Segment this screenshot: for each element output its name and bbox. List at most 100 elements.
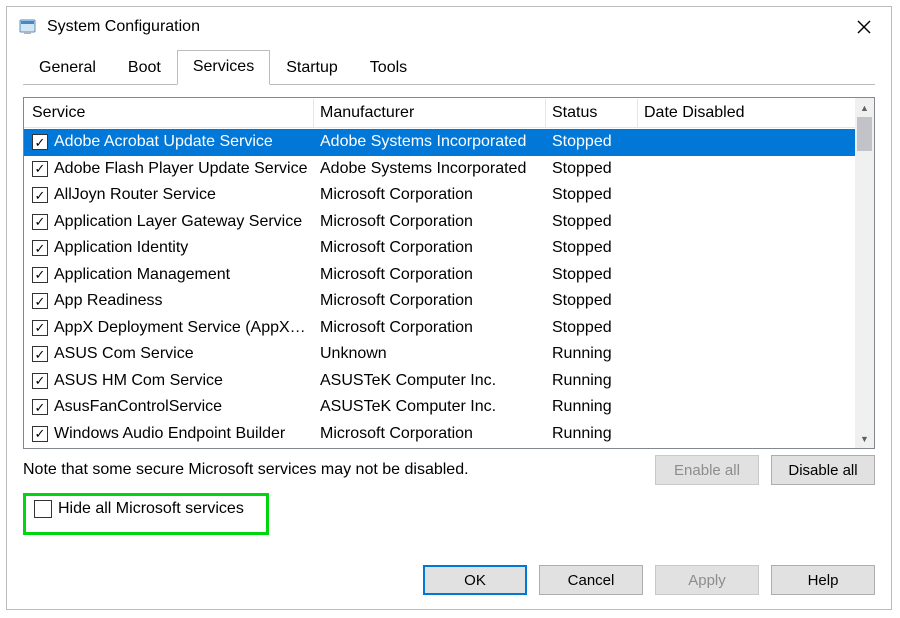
service-name: AsusFanControlService	[54, 398, 222, 416]
help-button[interactable]: Help	[771, 565, 875, 595]
window-title: System Configuration	[47, 18, 841, 36]
service-name: Application Identity	[54, 239, 188, 257]
service-status: Stopped	[546, 131, 638, 153]
service-name: AppX Deployment Service (AppX…	[54, 319, 306, 337]
hide-services-checkbox[interactable]	[34, 500, 52, 518]
service-name: Adobe Flash Player Update Service	[54, 160, 307, 178]
service-status: Stopped	[546, 290, 638, 312]
table-row[interactable]: ✓ AsusFanControlService ASUSTeK Computer I…	[24, 394, 855, 421]
service-manufacturer: Microsoft Corporation	[314, 184, 546, 206]
service-name: ASUS HM Com Service	[54, 372, 223, 390]
table-row[interactable]: ✓ Windows Audio Endpoint Builder Microsoft…	[24, 421, 855, 448]
service-date-disabled	[638, 405, 855, 409]
hide-services-label: Hide all Microsoft services	[58, 500, 244, 518]
table-row[interactable]: ✓ AllJoyn Router Service Microsoft Corpora…	[24, 182, 855, 209]
hide-services-row: Hide all Microsoft services	[23, 493, 875, 535]
service-name: App Readiness	[54, 292, 163, 310]
ok-button[interactable]: OK	[423, 565, 527, 595]
service-status: Running	[546, 370, 638, 392]
list-header-row: Service Manufacturer Status Date Disable…	[24, 98, 855, 129]
service-status: Running	[546, 396, 638, 418]
table-row[interactable]: ✓ Application Identity Microsoft Corporati…	[24, 235, 855, 262]
service-status: Running	[546, 423, 638, 445]
cancel-button[interactable]: Cancel	[539, 565, 643, 595]
service-checkbox[interactable]: ✓	[32, 426, 48, 442]
services-list: Service Manufacturer Status Date Disable…	[23, 97, 875, 449]
tabs-area: General Boot Services Startup Tools	[7, 47, 891, 85]
service-status: Running	[546, 343, 638, 365]
tabs: General Boot Services Startup Tools	[23, 51, 875, 85]
table-row[interactable]: ✓ App Readiness Microsoft CorporationStopp…	[24, 288, 855, 315]
service-checkbox[interactable]: ✓	[32, 267, 48, 283]
service-date-disabled	[638, 352, 855, 356]
service-checkbox[interactable]: ✓	[32, 161, 48, 177]
service-name: AllJoyn Router Service	[54, 186, 216, 204]
tab-startup[interactable]: Startup	[270, 52, 354, 85]
service-status: Stopped	[546, 237, 638, 259]
service-date-disabled	[638, 246, 855, 250]
tab-general[interactable]: General	[23, 52, 112, 85]
service-checkbox[interactable]: ✓	[32, 240, 48, 256]
header-status[interactable]: Status	[546, 99, 638, 128]
header-manufacturer[interactable]: Manufacturer	[314, 99, 546, 128]
service-manufacturer: ASUSTeK Computer Inc.	[314, 370, 546, 392]
service-checkbox[interactable]: ✓	[32, 293, 48, 309]
service-checkbox[interactable]: ✓	[32, 187, 48, 203]
table-row[interactable]: ✓ Application Layer Gateway Service Micros…	[24, 209, 855, 236]
dialog-footer: OK Cancel Apply Help	[7, 555, 891, 609]
system-configuration-window: System Configuration General Boot Servic…	[6, 6, 892, 610]
tab-tools[interactable]: Tools	[354, 52, 423, 85]
table-row[interactable]: ✓ Adobe Flash Player Update Service Adobe …	[24, 156, 855, 183]
note-text: Note that some secure Microsoft services…	[23, 461, 643, 479]
content-area: Service Manufacturer Status Date Disable…	[7, 85, 891, 555]
service-checkbox[interactable]: ✓	[32, 320, 48, 336]
table-row[interactable]: ✓Adobe Acrobat Update ServiceAdobe Syste…	[24, 129, 855, 156]
hide-highlight-box: Hide all Microsoft services	[23, 493, 269, 535]
scroll-up-icon[interactable]: ▲	[855, 98, 874, 117]
enable-all-button[interactable]: Enable all	[655, 455, 759, 485]
service-name: Application Layer Gateway Service	[54, 213, 302, 231]
service-checkbox[interactable]: ✓	[32, 373, 48, 389]
service-manufacturer: Microsoft Corporation	[314, 423, 546, 445]
service-date-disabled	[638, 326, 855, 330]
service-name: Windows Audio Endpoint Builder	[54, 425, 285, 443]
header-service[interactable]: Service	[24, 99, 314, 128]
table-row[interactable]: ✓ AppX Deployment Service (AppX… Microsoft…	[24, 315, 855, 342]
service-manufacturer: Microsoft Corporation	[314, 211, 546, 233]
service-manufacturer: Unknown	[314, 343, 546, 365]
close-icon[interactable]	[841, 9, 887, 45]
apply-button[interactable]: Apply	[655, 565, 759, 595]
service-status: Stopped	[546, 264, 638, 286]
tab-services[interactable]: Services	[177, 50, 270, 85]
vertical-scrollbar[interactable]: ▲ ▼	[855, 98, 874, 448]
service-manufacturer: Microsoft Corporation	[314, 317, 546, 339]
service-manufacturer: Adobe Systems Incorporated	[314, 131, 546, 153]
scroll-down-icon[interactable]: ▼	[855, 429, 874, 448]
service-manufacturer: Microsoft Corporation	[314, 264, 546, 286]
scroll-thumb[interactable]	[857, 117, 872, 151]
service-status: Stopped	[546, 317, 638, 339]
service-checkbox[interactable]: ✓	[32, 399, 48, 415]
service-name: ASUS Com Service	[54, 345, 194, 363]
service-name: Application Management	[54, 266, 230, 284]
service-manufacturer: Microsoft Corporation	[314, 290, 546, 312]
service-status: Stopped	[546, 184, 638, 206]
msconfig-icon	[17, 16, 39, 38]
service-status: Stopped	[546, 211, 638, 233]
header-date-disabled[interactable]: Date Disabled	[638, 99, 855, 128]
disable-all-button[interactable]: Disable all	[771, 455, 875, 485]
service-checkbox[interactable]: ✓	[32, 346, 48, 362]
service-date-disabled	[638, 167, 855, 171]
service-manufacturer: Adobe Systems Incorporated	[314, 158, 546, 180]
service-checkbox[interactable]: ✓	[32, 134, 48, 150]
service-status: Stopped	[546, 158, 638, 180]
scroll-track[interactable]	[855, 117, 874, 429]
service-checkbox[interactable]: ✓	[32, 214, 48, 230]
tab-boot[interactable]: Boot	[112, 52, 177, 85]
service-date-disabled	[638, 299, 855, 303]
table-row[interactable]: ✓ Application Management Microsoft Corpora…	[24, 262, 855, 289]
service-manufacturer: ASUSTeK Computer Inc.	[314, 396, 546, 418]
table-row[interactable]: ✓ ASUS Com Service UnknownRunning	[24, 341, 855, 368]
table-row[interactable]: ✓ ASUS HM Com Service ASUSTeK Computer Inc…	[24, 368, 855, 395]
service-manufacturer: Microsoft Corporation	[314, 237, 546, 259]
